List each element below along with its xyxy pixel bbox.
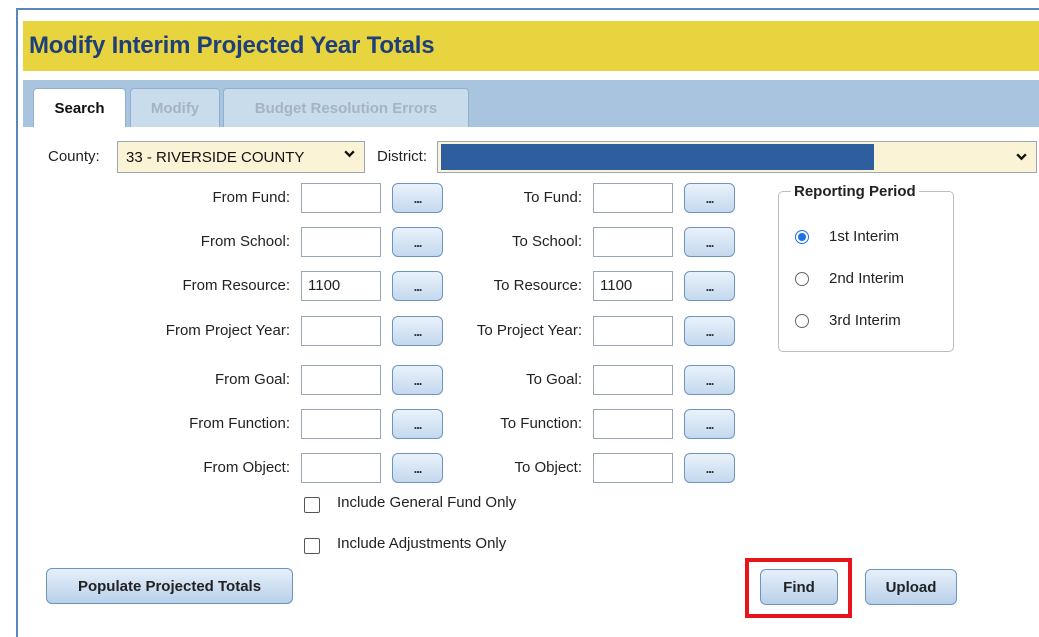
find-button[interactable]: Find xyxy=(760,569,838,605)
to-object-label: To Object: xyxy=(514,459,582,476)
to-fund-input[interactable] xyxy=(593,183,673,213)
to-school-label: To School: xyxy=(511,233,582,250)
from-resource-label: From Resource: xyxy=(182,277,290,294)
district-select[interactable] xyxy=(437,141,1037,173)
to-project-year-input[interactable] xyxy=(593,316,673,346)
from-goal-input[interactable] xyxy=(301,365,381,395)
to-fund-lookup-button[interactable]: ... xyxy=(684,183,735,213)
tab-search[interactable]: Search xyxy=(33,88,126,127)
chevron-down-icon xyxy=(1015,150,1028,167)
from-object-label: From Object: xyxy=(203,459,290,476)
adjustments-only-checkbox[interactable] xyxy=(304,538,320,554)
first-interim-label: 1st Interim xyxy=(829,228,900,245)
chevron-down-icon xyxy=(343,147,356,163)
to-object-input[interactable] xyxy=(593,453,673,483)
tab-bar: Search Modify Budget Resolution Errors xyxy=(23,80,1039,127)
from-project-year-label: From Project Year: xyxy=(165,322,290,339)
adjustments-only-label: Include Adjustments Only xyxy=(337,535,507,552)
county-select[interactable]: 33 - RIVERSIDE COUNTY xyxy=(117,141,365,173)
to-goal-label: To Goal: xyxy=(526,371,582,388)
from-school-input[interactable] xyxy=(301,227,381,257)
second-interim-radio[interactable] xyxy=(795,272,809,286)
from-fund-label: From Fund: xyxy=(212,189,290,206)
second-interim-label: 2nd Interim xyxy=(829,270,905,287)
to-goal-lookup-button[interactable]: ... xyxy=(684,365,735,395)
page-title: Modify Interim Projected Year Totals xyxy=(29,32,435,59)
to-resource-label: To Resource: xyxy=(493,277,582,294)
to-school-input[interactable] xyxy=(593,227,673,257)
title-bar: Modify Interim Projected Year Totals xyxy=(23,21,1039,71)
redacted-district-value xyxy=(441,144,874,170)
tab-modify[interactable]: Modify xyxy=(130,88,220,127)
to-goal-input[interactable] xyxy=(593,365,673,395)
district-label: District: xyxy=(377,148,427,165)
to-project-year-label: To Project Year: xyxy=(476,322,582,339)
county-label: County: xyxy=(48,148,100,165)
from-object-input[interactable] xyxy=(301,453,381,483)
first-interim-radio[interactable] xyxy=(795,230,809,244)
county-select-value: 33 - RIVERSIDE COUNTY xyxy=(126,149,305,166)
to-project-year-lookup-button[interactable]: ... xyxy=(684,316,735,346)
tab-budget-resolution-errors[interactable]: Budget Resolution Errors xyxy=(223,88,469,127)
to-resource-lookup-button[interactable]: ... xyxy=(684,271,735,301)
from-goal-label: From Goal: xyxy=(214,371,290,388)
to-school-lookup-button[interactable]: ... xyxy=(684,227,735,257)
general-fund-only-label: Include General Fund Only xyxy=(337,494,517,511)
populate-projected-totals-button[interactable]: Populate Projected Totals xyxy=(46,568,293,604)
from-project-year-input[interactable] xyxy=(301,316,381,346)
from-school-label: From School: xyxy=(200,233,290,250)
to-function-input[interactable] xyxy=(593,409,673,439)
to-object-lookup-button[interactable]: ... xyxy=(684,453,735,483)
from-function-label: From Function: xyxy=(189,415,290,432)
third-interim-label: 3rd Interim xyxy=(829,312,901,329)
from-function-input[interactable] xyxy=(301,409,381,439)
general-fund-only-checkbox[interactable] xyxy=(304,497,320,513)
from-fund-input[interactable] xyxy=(301,183,381,213)
upload-button[interactable]: Upload xyxy=(865,569,957,605)
from-resource-input[interactable]: 1100 xyxy=(301,271,381,301)
reporting-period-legend: Reporting Period xyxy=(794,183,916,200)
to-fund-label: To Fund: xyxy=(523,189,582,206)
to-function-lookup-button[interactable]: ... xyxy=(684,409,735,439)
to-resource-input[interactable]: 1100 xyxy=(593,271,673,301)
third-interim-radio[interactable] xyxy=(795,314,809,328)
to-function-label: To Function: xyxy=(500,415,582,432)
